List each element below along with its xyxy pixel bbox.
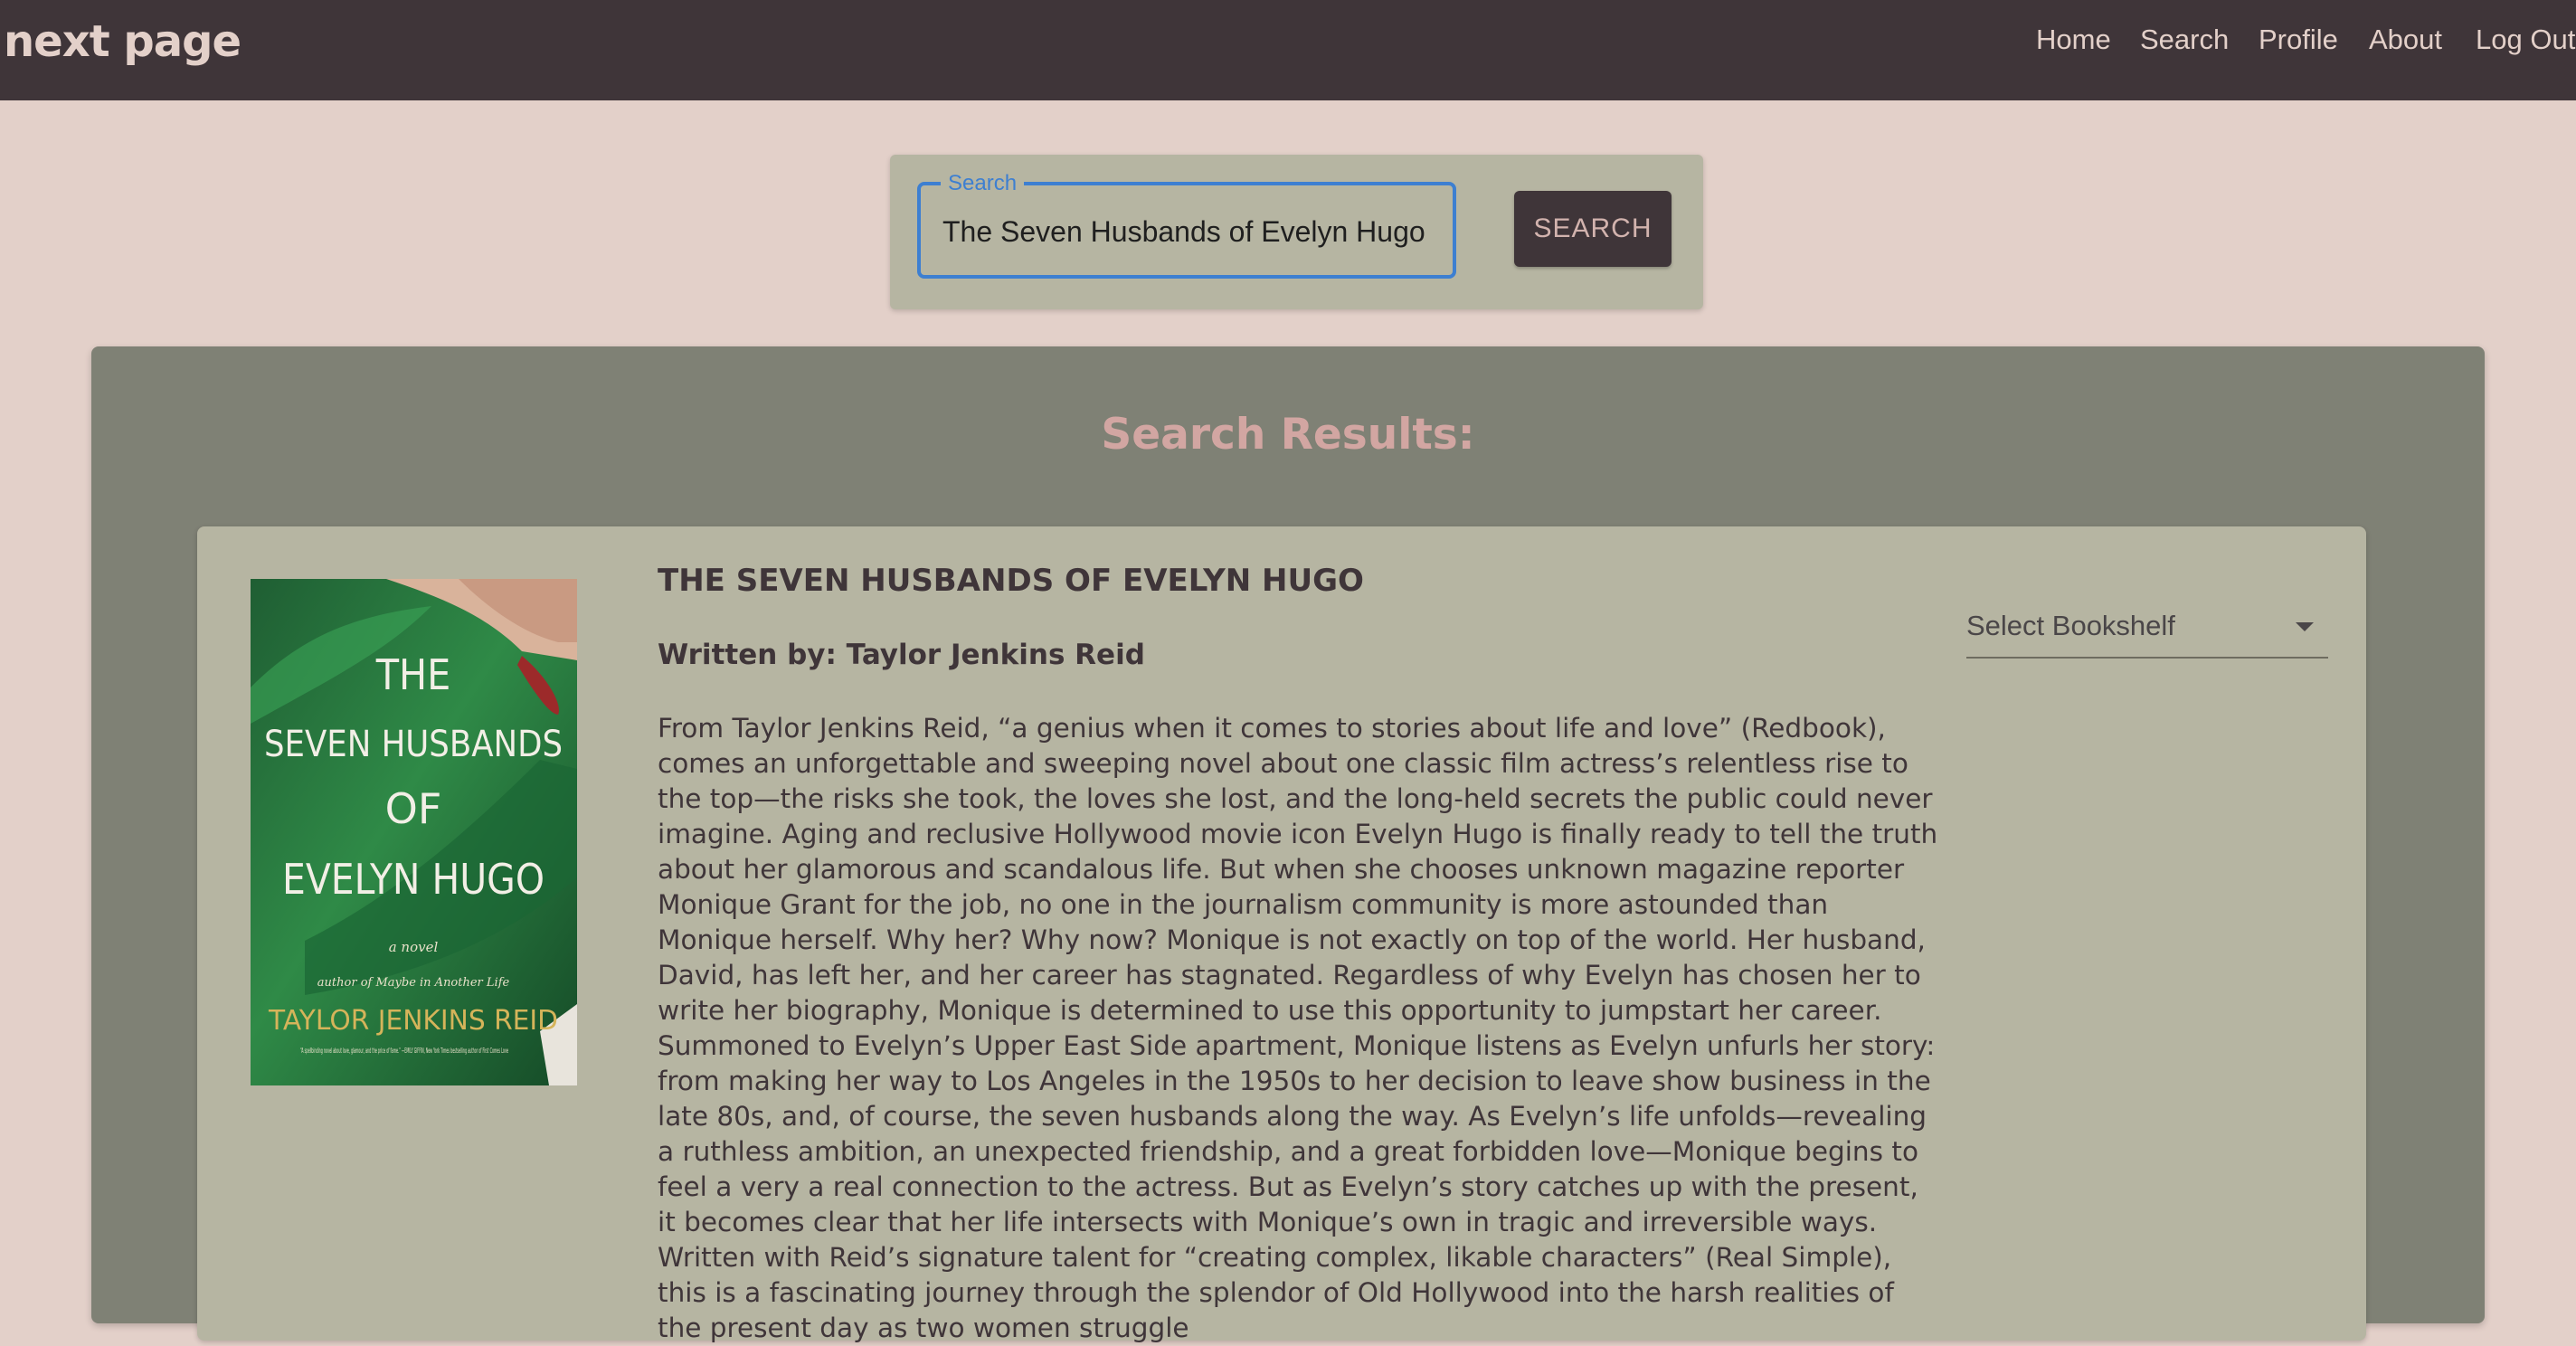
search-results-container: Search Results: THE SEVEN HUSBANDS OF EV… xyxy=(91,346,2485,1343)
cover-title-line-2: SEVEN HUSBANDS xyxy=(264,724,563,765)
search-field-label: Search xyxy=(941,171,1025,196)
cover-title-line-1: THE xyxy=(375,650,451,699)
bookshelf-select-label: Select Bookshelf xyxy=(1966,610,2175,641)
cover-title-line-3: OF xyxy=(385,784,442,833)
search-results-title: Search Results: xyxy=(1101,410,1475,460)
nav-link-profile[interactable]: Profile xyxy=(2259,22,2338,58)
book-result-card: THE SEVEN HUSBANDS OF EVELYN HUGO a nove… xyxy=(197,526,2366,1343)
nav-link-search[interactable]: Search xyxy=(2140,22,2229,58)
search-input[interactable] xyxy=(942,209,1440,254)
cover-author: TAYLOR JENKINS REID xyxy=(268,1005,558,1037)
nav-link-home[interactable]: Home xyxy=(2036,22,2111,58)
book-title[interactable]: THE SEVEN HUSBANDS OF EVELYN HUGO xyxy=(658,559,1364,602)
chevron-down-icon xyxy=(2296,622,2314,631)
top-navbar: next page Home Search Profile About Log … xyxy=(0,0,2576,100)
book-author: Written by: Taylor Jenkins Reid xyxy=(658,639,1145,671)
nav-link-logout[interactable]: Log Out xyxy=(2476,22,2575,58)
bookshelf-select[interactable]: Select Bookshelf xyxy=(1966,597,2328,659)
cover-byline: author of Maybe in Another Life xyxy=(317,976,510,990)
book-description: From Taylor Jenkins Reid, “a genius when… xyxy=(658,713,1938,1343)
search-field[interactable]: Search xyxy=(917,171,1456,279)
book-cover-image[interactable]: THE SEVEN HUSBANDS OF EVELYN HUGO a nove… xyxy=(251,579,577,1085)
search-button[interactable]: SEARCH xyxy=(1514,191,1672,267)
search-panel: Search SEARCH xyxy=(890,155,1703,309)
cover-blurb: “A spellbinding novel about love, glamou… xyxy=(300,1047,508,1055)
nav-link-about[interactable]: About xyxy=(2369,22,2442,58)
brand-logo[interactable]: next page xyxy=(4,14,242,69)
cover-tagline: a novel xyxy=(389,939,439,955)
cover-title-line-4: EVELYN HUGO xyxy=(282,855,545,904)
